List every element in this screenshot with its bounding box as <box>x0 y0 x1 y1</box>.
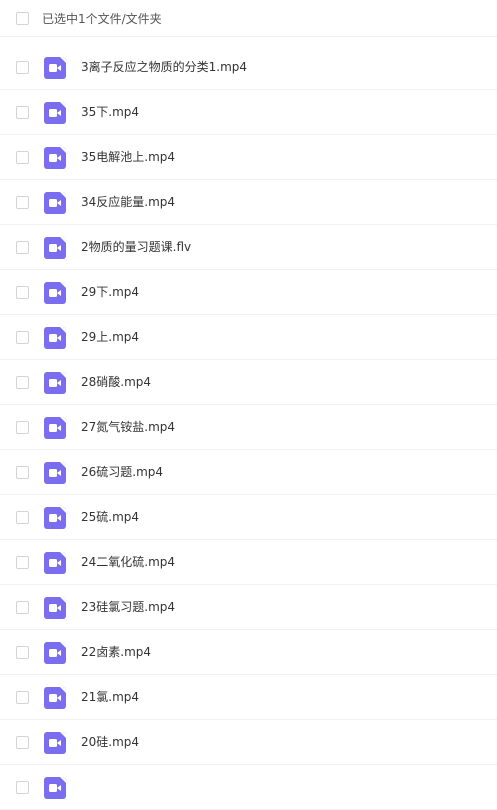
file-name[interactable]: 28硝酸.mp4 <box>81 374 151 390</box>
file-row-checkbox[interactable] <box>16 106 29 119</box>
file-row[interactable]: 23硅氯习题.mp4 <box>0 585 497 630</box>
file-row-checkbox[interactable] <box>16 151 29 164</box>
video-file-icon <box>44 57 66 79</box>
video-file-icon <box>44 732 66 754</box>
select-all-checkbox[interactable] <box>16 12 29 25</box>
file-row[interactable]: 22卤素.mp4 <box>0 630 497 675</box>
file-name[interactable]: 29下.mp4 <box>81 284 139 300</box>
file-name[interactable]: 29上.mp4 <box>81 329 139 345</box>
selection-header: 已选中1个文件/文件夹 <box>0 0 497 37</box>
video-file-icon <box>44 147 66 169</box>
video-file-icon <box>44 237 66 259</box>
video-file-icon <box>44 102 66 124</box>
file-row[interactable]: 20硅.mp4 <box>0 720 497 765</box>
file-row[interactable]: 35下.mp4 <box>0 90 497 135</box>
video-file-icon <box>44 282 66 304</box>
file-name[interactable]: 25硫.mp4 <box>81 509 139 525</box>
file-name[interactable]: 24二氧化硫.mp4 <box>81 554 175 570</box>
video-file-icon <box>44 552 66 574</box>
video-file-icon <box>44 777 66 799</box>
file-row-checkbox[interactable] <box>16 601 29 614</box>
video-file-icon <box>44 417 66 439</box>
file-row-checkbox[interactable] <box>16 556 29 569</box>
file-row-checkbox[interactable] <box>16 376 29 389</box>
file-row[interactable]: 2物质的量习题课.flv <box>0 225 497 270</box>
video-file-icon <box>44 507 66 529</box>
file-row[interactable]: 26硫习题.mp4 <box>0 450 497 495</box>
file-name[interactable]: 23硅氯习题.mp4 <box>81 599 175 615</box>
file-list: 3离子反应之物质的分类1.mp4 35下.mp4 35电解池上.mp4 34反应能量.… <box>0 45 497 810</box>
file-name[interactable]: 22卤素.mp4 <box>81 644 151 660</box>
video-file-icon <box>44 327 66 349</box>
file-row-checkbox[interactable] <box>16 286 29 299</box>
file-row[interactable]: 29下.mp4 <box>0 270 497 315</box>
file-row[interactable]: 3离子反应之物质的分类1.mp4 <box>0 45 497 90</box>
video-file-icon <box>44 462 66 484</box>
file-name[interactable]: 2物质的量习题课.flv <box>81 239 191 255</box>
file-row-checkbox[interactable] <box>16 331 29 344</box>
file-row-checkbox[interactable] <box>16 466 29 479</box>
selection-count-label: 已选中1个文件/文件夹 <box>42 12 162 26</box>
file-row-checkbox[interactable] <box>16 781 29 794</box>
file-row-checkbox[interactable] <box>16 241 29 254</box>
file-row[interactable]: 34反应能量.mp4 <box>0 180 497 225</box>
file-row-checkbox[interactable] <box>16 511 29 524</box>
file-row-checkbox[interactable] <box>16 646 29 659</box>
file-row[interactable] <box>0 765 497 810</box>
file-name[interactable]: 34反应能量.mp4 <box>81 194 175 210</box>
file-name[interactable]: 20硅.mp4 <box>81 734 139 750</box>
file-row[interactable]: 28硝酸.mp4 <box>0 360 497 405</box>
file-row-checkbox[interactable] <box>16 196 29 209</box>
file-row[interactable]: 35电解池上.mp4 <box>0 135 497 180</box>
file-name[interactable]: 26硫习题.mp4 <box>81 464 163 480</box>
file-name[interactable]: 27氮气铵盐.mp4 <box>81 419 175 435</box>
file-row[interactable]: 25硫.mp4 <box>0 495 497 540</box>
file-row[interactable]: 24二氧化硫.mp4 <box>0 540 497 585</box>
video-file-icon <box>44 192 66 214</box>
video-file-icon <box>44 687 66 709</box>
file-row-checkbox[interactable] <box>16 691 29 704</box>
file-row[interactable]: 29上.mp4 <box>0 315 497 360</box>
file-row-checkbox[interactable] <box>16 421 29 434</box>
file-row[interactable]: 27氮气铵盐.mp4 <box>0 405 497 450</box>
file-row-checkbox[interactable] <box>16 736 29 749</box>
file-name[interactable]: 21氯.mp4 <box>81 689 139 705</box>
video-file-icon <box>44 597 66 619</box>
file-row[interactable]: 21氯.mp4 <box>0 675 497 720</box>
video-file-icon <box>44 372 66 394</box>
file-name[interactable]: 35下.mp4 <box>81 104 139 120</box>
file-name[interactable]: 35电解池上.mp4 <box>81 149 175 165</box>
file-row-checkbox[interactable] <box>16 61 29 74</box>
file-name[interactable]: 3离子反应之物质的分类1.mp4 <box>81 59 247 75</box>
video-file-icon <box>44 642 66 664</box>
